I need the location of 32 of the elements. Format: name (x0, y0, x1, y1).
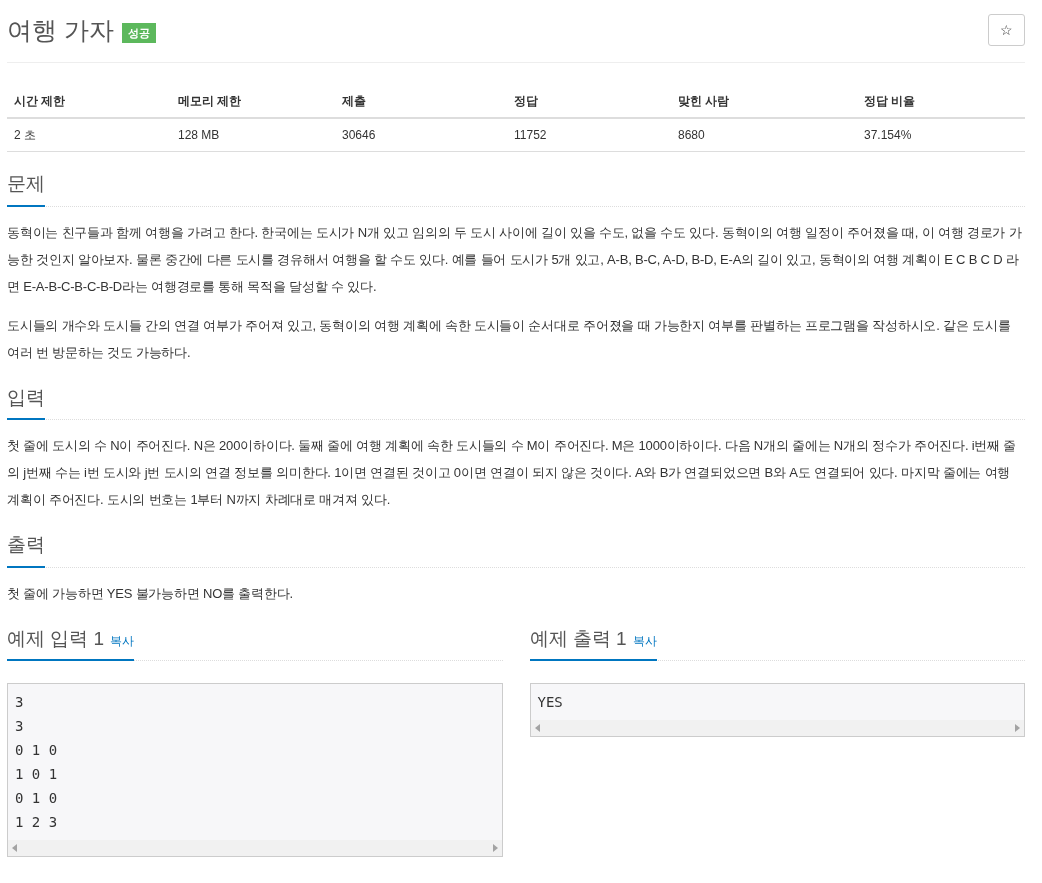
section-heading: 예제 입력 1 (7, 626, 105, 651)
code-block: 3 3 0 1 0 1 0 1 0 1 0 1 2 3 (7, 683, 503, 857)
column-header: 정답 (507, 85, 671, 118)
section-heading: 출력 (7, 533, 45, 557)
problem-paragraph: 도시들의 개수와 도시들 간의 연결 여부가 주어져 있고, 동혁이의 여행 계획에 속한 도시들이 순서대로 주어졌을 때 가능한지 여부를 판별하는 프로그램을 작성하시오. 같은 도시를 여러 번 방문하는 것도 가능하다. (7, 316, 1012, 362)
code-block: YES (529, 683, 1025, 737)
table-cell: 11752 (507, 118, 671, 152)
table-cell: 37.154% (857, 118, 1025, 152)
copy-link[interactable]: 복사 (110, 631, 135, 650)
table-cell: 30646 (335, 118, 507, 152)
scroll-right-icon[interactable] (492, 844, 498, 852)
table-cell: 128 MB (171, 118, 335, 152)
scroll-right-icon[interactable] (1015, 724, 1020, 732)
scroll-left-icon[interactable] (12, 844, 17, 852)
table-cell: 2 초 (7, 118, 171, 152)
copy-link[interactable]: 복사 (632, 631, 657, 650)
scroll-left-icon[interactable] (534, 724, 540, 732)
column-header: 맞힌 사람 (671, 85, 857, 118)
section-heading: 입력 (7, 385, 45, 410)
column-header: 정답 비율 (857, 85, 1025, 118)
problem-paragraph: 동혁이는 친구들과 함께 여행을 가려고 한다. 한국에는 도시가 N개 있고 임의의 두 도시 사이에 길이 있을 수도, 없을 수도 있다. 동혁이의 여행 일정이 주어졌을 때, 이 여행 경로가 가능한 것인지 알아보자. 물론 중간에 다른 도시를 경유해서 여행을 할 수도 있다. 예를 들어 도시가 5개 있고, A-B, B-C, A-D, B-D, E-A의 길이 있고, 동혁이의 여행 계획이 E C B C D 라면 E-A-B-C-B-C-B-D라는 여행경로를 통해 목적을 달성할 수 있다. (7, 223, 1023, 296)
problem-paragraph: 첫 줄에 도시의 수 N이 주어진다. N은 200이하이다. 둘째 줄에 여행 계획에 속한 도시들의 수 M이 주어진다. M은 1000이하이다. 다음 N개의 줄에는 N개의 정수가 주어진다. i번째 줄의 j번째 수는 i번 도시와 j번 도시의 연결 정보를 의미한다. 1이면 연결된 것이고 0이면 연결이 되지 않은 것이다. A와 B가 연결되었으면 B와 A도 연결되어 있다. 마지막 줄에는 여행 계획이 주어진다. 도시의 번호는 1부터 N까지 차례대로 매겨져 있다. (7, 437, 1018, 509)
table-cell: 8680 (671, 118, 857, 152)
column-header: 제출 (335, 85, 507, 118)
column-header: 메모리 제한 (171, 85, 335, 118)
star-button[interactable]: ☆ (988, 14, 1025, 46)
problem-paragraph: 첫 줄에 가능하면 YES 불가능하면 NO를 출력한다. (7, 584, 294, 603)
section-heading: 예제 출력 1 (529, 626, 627, 651)
section-heading: 문제 (7, 172, 45, 196)
status-badge: 성공 (121, 22, 156, 44)
problem-title: 여행 가자 (7, 15, 114, 46)
column-header: 시간 제한 (7, 85, 171, 118)
